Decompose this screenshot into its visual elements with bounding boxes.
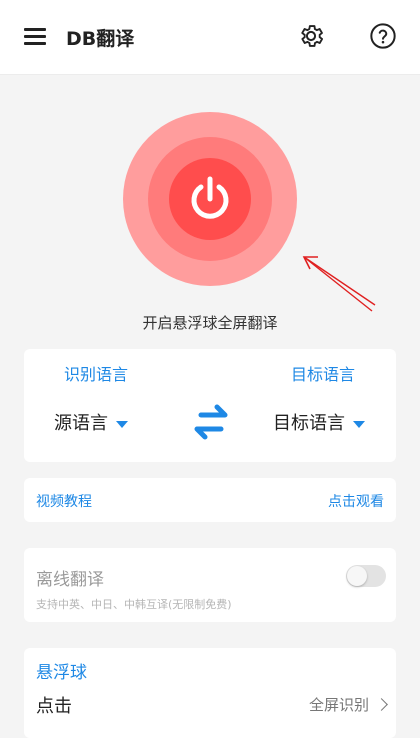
click-action-row[interactable]: 点击 全屏识别: [24, 692, 396, 728]
app-bar: DB翻译: [0, 0, 420, 75]
source-language-dropdown[interactable]: 源语言: [54, 409, 128, 435]
gear-icon[interactable]: [297, 22, 325, 50]
offline-translation-title: 离线翻译: [36, 570, 104, 590]
help-icon[interactable]: [369, 22, 397, 50]
source-language-value: 源语言: [54, 413, 108, 434]
target-language-dropdown[interactable]: 目标语言: [273, 409, 365, 435]
menu-icon[interactable]: [24, 28, 46, 46]
offline-translation-toggle[interactable]: [346, 565, 386, 587]
language-card: 识别语言 目标语言 源语言 目标语言: [24, 349, 396, 462]
target-language-heading: 目标语言: [291, 365, 356, 384]
offline-translation-subtitle: 支持中英、中日、中韩互译(无限制免费): [36, 598, 232, 611]
chevron-right-icon: [375, 698, 388, 711]
app-title: DB翻译: [66, 28, 135, 50]
click-action-label: 点击: [36, 696, 72, 717]
power-label: 开启悬浮球全屏翻译: [142, 314, 278, 332]
target-language-value: 目标语言: [273, 413, 345, 434]
dropdown-caret-icon: [353, 420, 365, 428]
swap-languages-icon[interactable]: [187, 401, 235, 443]
power-button-area: [123, 112, 297, 286]
video-tutorial-card[interactable]: 视频教程 点击观看: [24, 478, 396, 522]
source-language-heading: 识别语言: [64, 365, 129, 384]
floating-ball-title: 悬浮球: [36, 663, 87, 683]
offline-translation-card: 离线翻译 支持中英、中日、中韩互译(无限制免费): [24, 548, 396, 622]
video-tutorial-label: 视频教程: [36, 494, 92, 510]
click-action-value: 全屏识别: [309, 694, 388, 715]
watch-link[interactable]: 点击观看: [328, 491, 384, 511]
floating-ball-card: 悬浮球 点击 全屏识别: [24, 648, 396, 738]
dropdown-caret-icon: [116, 420, 128, 428]
power-icon: [191, 176, 229, 219]
